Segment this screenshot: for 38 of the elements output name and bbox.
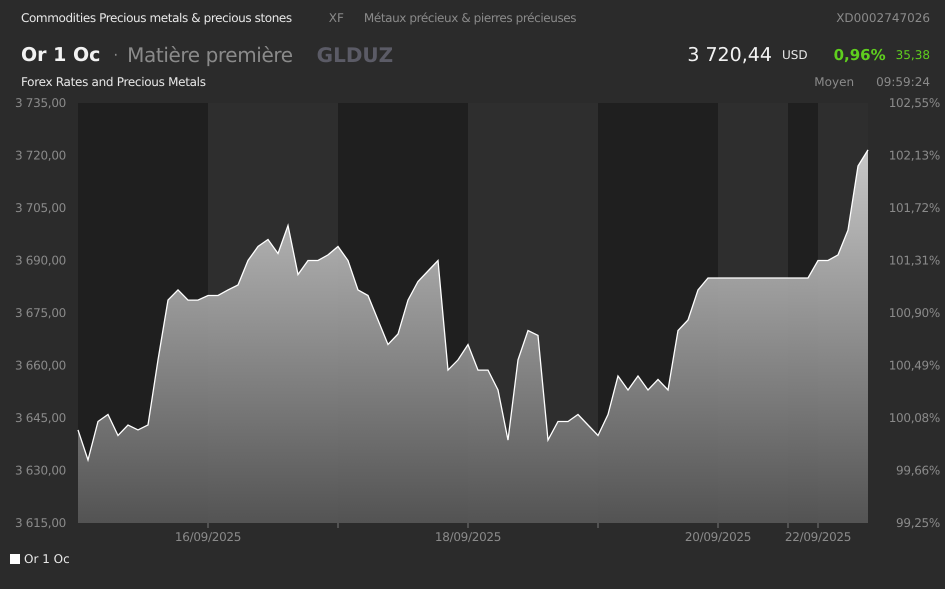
axis-label: 101,31% xyxy=(888,254,940,268)
axis-label: 3 735,00 xyxy=(14,96,66,110)
axis-label: 102,55% xyxy=(888,96,940,110)
category-label: Métaux précieux & pierres précieuses xyxy=(364,11,576,25)
currency-label: USD xyxy=(782,48,808,62)
axis-label: 100,49% xyxy=(888,358,940,372)
exchange-code: XF xyxy=(328,11,344,25)
axis-label: 20/09/2025 xyxy=(684,530,752,544)
axis-label: 3 615,00 xyxy=(14,516,66,530)
time-label: 09:59:24 xyxy=(876,75,930,89)
change-percent: 0,96% xyxy=(834,46,886,64)
axis-label: 3 660,00 xyxy=(14,358,66,372)
isin-code: XD0002747026 xyxy=(836,11,930,25)
axis-label: 99,66% xyxy=(896,464,940,478)
separator-dot: · xyxy=(113,46,118,64)
axis-label: 3 630,00 xyxy=(14,464,66,478)
change-value: 35,38 xyxy=(896,48,930,62)
ticker-symbol: GLDUZ xyxy=(316,43,394,67)
axis-label: 22/09/2025 xyxy=(784,530,852,544)
axis-label: 102,13% xyxy=(888,148,940,162)
market-label: Forex Rates and Precious Metals xyxy=(21,75,206,89)
axis-label: 16/09/2025 xyxy=(174,530,242,544)
instrument-type: Matière première xyxy=(127,43,293,67)
category-label: Commodities Precious metals & precious stones xyxy=(21,11,292,25)
price-value: 3 720,44 xyxy=(687,44,772,66)
axis-label: 3 645,00 xyxy=(14,411,66,425)
price-type: Moyen xyxy=(814,75,854,89)
axis-label: 3 705,00 xyxy=(14,201,66,215)
axis-label: 3 720,00 xyxy=(14,148,66,162)
axis-label: 3 675,00 xyxy=(14,306,66,320)
axis-label: 3 690,00 xyxy=(14,254,66,268)
legend-label: Or 1 Oc xyxy=(24,552,70,566)
axis-label: 101,72% xyxy=(888,201,940,215)
axis-label: 100,08% xyxy=(888,411,940,425)
axis-label: 18/09/2025 xyxy=(434,530,502,544)
axis-label: 99,25% xyxy=(896,516,940,530)
instrument-name: Or 1 Oc xyxy=(21,44,100,66)
axis-label: 100,90% xyxy=(888,306,940,320)
